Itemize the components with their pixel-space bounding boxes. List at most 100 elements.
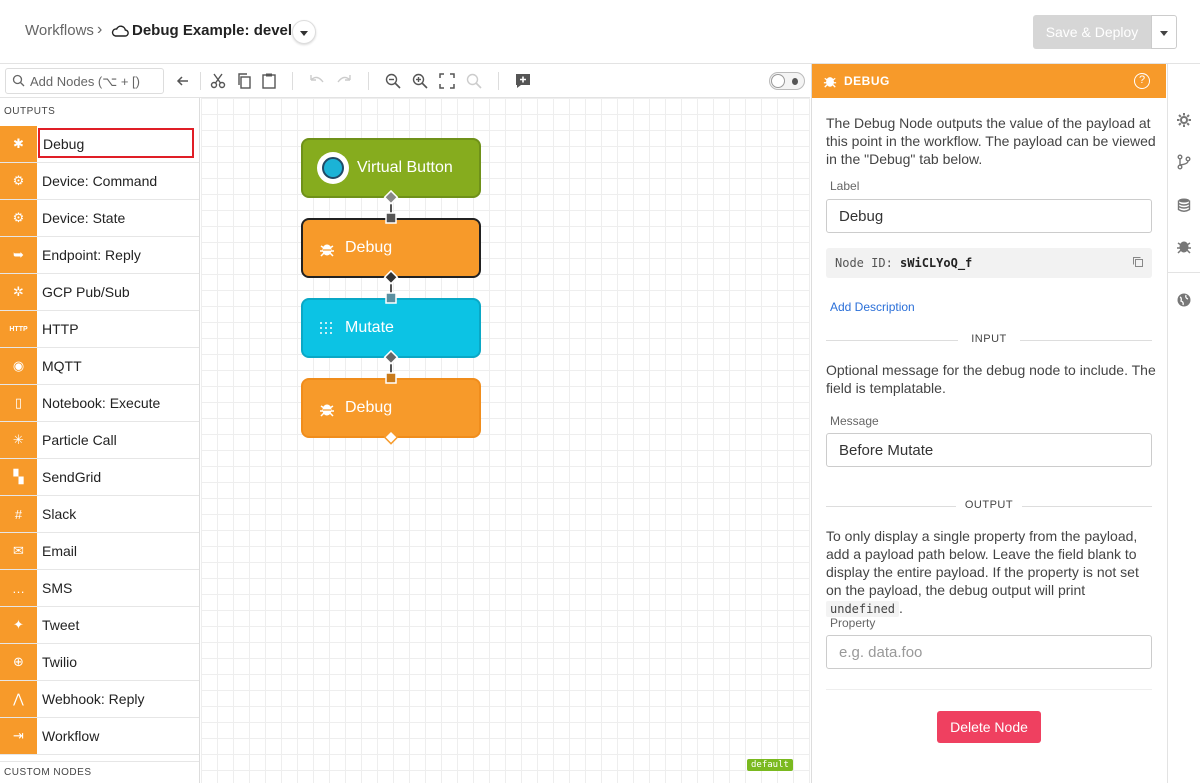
- delete-node-button[interactable]: Delete Node: [937, 711, 1041, 743]
- add-comment-icon[interactable]: [514, 72, 532, 90]
- palette-item-webhook-reply[interactable]: ⋀ Webhook: Reply: [0, 681, 199, 718]
- palette-item-endpoint-reply[interactable]: ➥ Endpoint: Reply: [0, 237, 199, 274]
- input-port-icon[interactable]: [384, 371, 398, 385]
- debug-bug-icon[interactable]: [1176, 238, 1192, 254]
- help-icon[interactable]: ?: [1134, 73, 1150, 89]
- node-palette: OUTPUTS ✱ Debug ⚙ Device: Command ⚙ Device: S…: [0, 98, 200, 783]
- gear-icon[interactable]: [1176, 112, 1192, 128]
- palette-item-label: SMS: [42, 580, 73, 596]
- breadcrumb-workflows[interactable]: Workflows: [25, 22, 94, 39]
- node-label: Virtual Button: [357, 159, 453, 176]
- rail-divider: [1168, 272, 1200, 273]
- particle-icon: ✳: [0, 422, 37, 458]
- rss-icon: ◉: [0, 348, 37, 384]
- node-connections: [390, 198, 392, 378]
- webhook-icon: ⋀: [0, 681, 37, 717]
- node-properties-panel: DEBUG ? The Debug Node outputs the value…: [811, 64, 1166, 783]
- copy-icon[interactable]: [235, 72, 253, 90]
- input-port-icon[interactable]: [384, 211, 398, 225]
- palette-item-sendgrid[interactable]: ▚ SendGrid: [0, 459, 199, 496]
- output-port-icon[interactable]: [383, 350, 399, 366]
- node-id-value: sWiCLYoQ_f: [900, 256, 973, 270]
- globe-icon[interactable]: [1176, 292, 1192, 308]
- palette-item-notebook-execute[interactable]: ▯ Notebook: Execute: [0, 385, 199, 422]
- palette-item-device-command[interactable]: ⚙ Device: Command: [0, 163, 199, 200]
- palette-item-device-state[interactable]: ⚙ Device: State: [0, 200, 199, 237]
- gear-chip-icon: ⚙: [0, 163, 37, 199]
- fit-to-screen-icon[interactable]: [438, 72, 456, 90]
- property-input[interactable]: e.g. data.foo: [826, 635, 1152, 669]
- toolbar-divider: [368, 72, 369, 90]
- debug-toggle-switch[interactable]: [769, 72, 805, 90]
- palette-section-custom-nodes[interactable]: CUSTOM NODES: [0, 761, 199, 783]
- label-input[interactable]: Debug: [826, 199, 1152, 233]
- zoom-in-icon[interactable]: [411, 72, 429, 90]
- copy-icon[interactable]: [1132, 256, 1144, 268]
- sendgrid-icon: ▚: [0, 459, 37, 495]
- output-description: To only display a single property from t…: [826, 528, 1139, 617]
- palette-item-http[interactable]: HTTP HTTP: [0, 311, 199, 348]
- add-description-link[interactable]: Add Description: [830, 300, 915, 314]
- node-mutate[interactable]: Mutate: [301, 298, 481, 358]
- node-debug-2[interactable]: Debug: [301, 378, 481, 438]
- envelope-icon: ✉: [0, 533, 37, 569]
- bug-icon: [792, 78, 798, 85]
- collapse-palette-arrow-icon[interactable]: [174, 72, 192, 90]
- palette-item-label: Device: Command: [42, 173, 158, 189]
- palette-item-workflow[interactable]: ⇥ Workflow: [0, 718, 199, 755]
- version-dropdown-button[interactable]: [292, 20, 316, 44]
- palette-section-outputs: OUTPUTS: [4, 106, 56, 117]
- input-port-icon[interactable]: [384, 291, 398, 305]
- redo-icon[interactable]: [335, 72, 353, 90]
- notebook-icon: ▯: [0, 385, 37, 421]
- paste-icon[interactable]: [260, 72, 278, 90]
- input-section-divider: INPUT: [826, 333, 1152, 345]
- palette-item-label: Tweet: [42, 617, 80, 633]
- palette-item-label: Webhook: Reply: [42, 691, 145, 707]
- bug-icon: ✱: [0, 126, 37, 162]
- chat-icon: …: [0, 570, 37, 606]
- palette-item-email[interactable]: ✉ Email: [0, 533, 199, 570]
- zoom-out-icon[interactable]: [384, 72, 402, 90]
- save-options-dropdown[interactable]: [1151, 15, 1177, 49]
- palette-item-mqtt[interactable]: ◉ MQTT: [0, 348, 199, 385]
- right-icon-rail: [1167, 64, 1200, 783]
- output-port-icon[interactable]: [383, 430, 399, 446]
- palette-item-tweet[interactable]: ✦ Tweet: [0, 607, 199, 644]
- output-port-icon[interactable]: [383, 190, 399, 206]
- input-description: Optional message for the debug node to i…: [826, 362, 1156, 396]
- toolbar-divider: [292, 72, 293, 90]
- workflow-title: Debug Example: develop: [132, 22, 311, 39]
- add-nodes-search-input[interactable]: Add Nodes (⌥ + [): [5, 68, 164, 94]
- output-heading: OUTPUT: [964, 499, 1014, 511]
- palette-list: ✱ Debug ⚙ Device: Command ⚙ Device: State ➥ End…: [0, 126, 199, 755]
- palette-item-twilio[interactable]: ⊕ Twilio: [0, 644, 199, 681]
- palette-item-sms[interactable]: … SMS: [0, 570, 199, 607]
- toolbar-divider: [200, 72, 201, 90]
- zoom-reset-icon[interactable]: [465, 72, 483, 90]
- message-input[interactable]: Before Mutate: [826, 433, 1152, 467]
- panel-header: DEBUG ?: [812, 64, 1166, 98]
- palette-item-particle-call[interactable]: ✳ Particle Call: [0, 422, 199, 459]
- palette-item-debug[interactable]: ✱ Debug: [0, 126, 199, 163]
- bug-icon: [320, 244, 334, 257]
- palette-item-label: SendGrid: [42, 469, 102, 485]
- canvas-toolbar: Add Nodes (⌥ + [): [0, 64, 810, 98]
- database-icon[interactable]: [1176, 197, 1192, 213]
- mutate-icon: [320, 322, 332, 334]
- toolbar-divider: [498, 72, 499, 90]
- node-debug-1[interactable]: Debug: [301, 218, 481, 278]
- cut-icon[interactable]: [209, 72, 227, 90]
- palette-item-label: Particle Call: [42, 432, 117, 448]
- node-virtual-button[interactable]: Virtual Button: [301, 138, 481, 198]
- palette-item-slack[interactable]: # Slack: [0, 496, 199, 533]
- output-port-icon[interactable]: [383, 270, 399, 286]
- palette-item-label: Endpoint: Reply: [42, 247, 141, 263]
- palette-item-gcp-pub-sub[interactable]: ✲ GCP Pub/Sub: [0, 274, 199, 311]
- workflow-canvas[interactable]: Virtual Button Debug Mutate Debug defaul…: [201, 98, 810, 783]
- slack-icon: #: [0, 496, 37, 532]
- undo-icon[interactable]: [308, 72, 326, 90]
- bug-icon: [320, 404, 334, 417]
- save-deploy-button[interactable]: Save & Deploy: [1033, 15, 1151, 49]
- version-branch-icon[interactable]: [1176, 154, 1192, 170]
